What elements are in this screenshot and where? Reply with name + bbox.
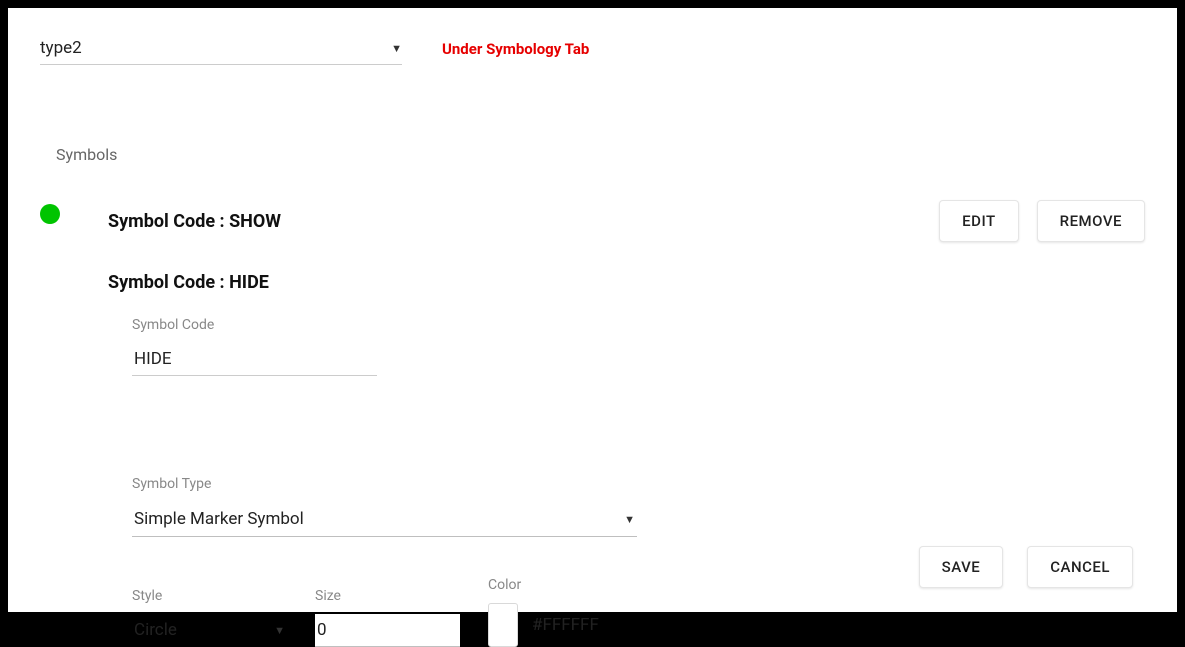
symbol-type-value: Simple Marker Symbol [134, 509, 304, 529]
color-field-label: Color [488, 577, 599, 593]
chevron-down-icon: ▼ [391, 42, 402, 55]
symbol-code-field-label: Symbol Code [132, 317, 1145, 333]
symbol-code-show-title: Symbol Code : SHOW [108, 211, 281, 232]
save-button[interactable]: SAVE [919, 546, 1004, 588]
style-value: Circle [134, 620, 177, 640]
symbol-color-dot [40, 204, 60, 224]
remove-button[interactable]: REMOVE [1037, 200, 1145, 242]
size-input[interactable] [315, 614, 460, 647]
symbol-code-input[interactable] [132, 343, 377, 376]
main-panel: type2 ▼ Under Symbology Tab Symbols Symb… [8, 8, 1177, 612]
symbol-type-select[interactable]: Simple Marker Symbol ▼ [132, 502, 637, 537]
type-select[interactable]: type2 ▼ [40, 32, 402, 65]
color-value: #FFFFFF [532, 615, 599, 635]
chevron-down-icon: ▼ [274, 624, 285, 637]
color-swatch[interactable] [488, 603, 518, 647]
type-select-value: type2 [40, 38, 82, 58]
style-field-label: Style [132, 588, 287, 604]
symbols-section-label: Symbols [56, 145, 1145, 164]
edit-button[interactable]: EDIT [939, 200, 1018, 242]
symbol-code-hide-title: Symbol Code : HIDE [108, 272, 1145, 293]
symbol-type-field-label: Symbol Type [132, 476, 1145, 492]
cancel-button[interactable]: CANCEL [1027, 546, 1133, 588]
chevron-down-icon: ▼ [624, 513, 635, 526]
size-field-label: Size [315, 588, 460, 604]
style-select[interactable]: Circle ▼ [132, 614, 287, 647]
tab-note-label: Under Symbology Tab [442, 40, 589, 58]
